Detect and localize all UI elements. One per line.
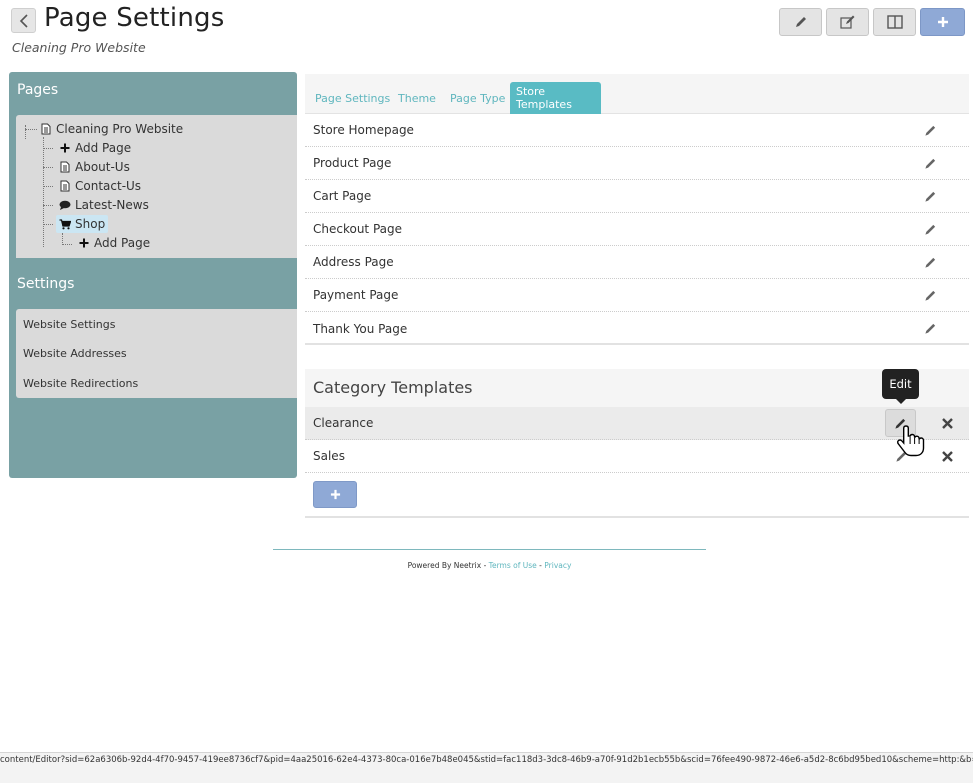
tooltip-arrow (895, 398, 907, 404)
powered-by-text: Powered By Neetrix - (407, 561, 489, 570)
section-divider (305, 343, 969, 345)
tabs-bar: Page Settings Theme Page Type Store Temp… (305, 74, 969, 114)
tree-item-label: Shop (75, 217, 106, 231)
edit-page-button[interactable] (826, 8, 869, 36)
template-name: Thank You Page (313, 321, 408, 336)
tab-store-templates[interactable]: Store Templates (510, 82, 601, 114)
category-name: Sales (313, 449, 345, 463)
tree-item-root[interactable]: Cleaning Pro Website (37, 120, 186, 138)
pages-heading: Pages (17, 82, 59, 98)
website-redirections-link[interactable]: Website Redirections (23, 377, 138, 390)
document-icon (59, 161, 71, 173)
template-name: Address Page (313, 255, 394, 269)
tree-item-shop[interactable]: Shop (56, 215, 109, 233)
tree-item-about-us[interactable]: About-Us (56, 158, 133, 176)
page-title: Page Settings (44, 3, 225, 33)
settings-links: Website Settings Website Addresses Websi… (16, 309, 297, 398)
add-category-template-button[interactable] (313, 481, 357, 508)
category-templates-title: Category Templates (313, 378, 473, 397)
chevron-left-icon (19, 13, 28, 28)
tree-item-add-page[interactable]: Add Page (56, 139, 134, 157)
category-templates-header: Category Templates (305, 369, 969, 407)
toolbar (779, 8, 965, 36)
website-settings-link[interactable]: Website Settings (23, 318, 115, 331)
pencil-icon[interactable] (922, 221, 938, 237)
layout-columns-button[interactable] (873, 8, 916, 36)
template-name: Checkout Page (313, 222, 403, 236)
list-item: Product Page (305, 147, 969, 180)
list-item: Payment Page (305, 279, 969, 312)
pencil-icon[interactable] (922, 188, 938, 204)
terms-of-use-link[interactable]: Terms of Use (489, 561, 537, 570)
list-item: Store Homepage (305, 114, 969, 147)
tree-item-label: Cleaning Pro Website (56, 122, 184, 136)
plus-icon (59, 142, 71, 154)
settings-heading: Settings (17, 276, 75, 292)
pencil-icon[interactable] (922, 320, 938, 336)
list-item: Address Page (305, 246, 969, 279)
document-icon (40, 123, 52, 135)
template-name: Store Homepage (313, 123, 414, 137)
document-icon (59, 180, 71, 192)
privacy-link[interactable]: Privacy (544, 561, 571, 570)
cart-icon (59, 218, 71, 230)
close-icon[interactable] (940, 416, 954, 430)
category-name: Clearance (313, 416, 374, 430)
edit-square-icon (839, 15, 854, 29)
tab-page-settings[interactable]: Page Settings (309, 82, 396, 114)
add-button[interactable] (920, 8, 965, 36)
template-name: Cart Page (313, 189, 372, 203)
plus-icon (78, 237, 90, 249)
columns-icon (886, 15, 903, 29)
edit-tooltip: Edit (882, 369, 919, 399)
tree-item-label: Add Page (75, 141, 132, 155)
footer: Powered By Neetrix - Terms of Use - Priv… (0, 561, 973, 570)
tab-theme[interactable]: Theme (392, 82, 442, 114)
list-item: Sales (305, 440, 969, 473)
pencil-icon[interactable] (922, 254, 938, 270)
back-button[interactable] (11, 8, 36, 33)
plus-icon (330, 489, 340, 500)
website-addresses-link[interactable]: Website Addresses (23, 347, 127, 360)
tab-page-type[interactable]: Page Type (444, 82, 511, 114)
tree-item-label: About-Us (75, 160, 130, 174)
tree-item-latest-news[interactable]: Latest-News (56, 196, 152, 214)
list-item: Clearance (305, 407, 969, 440)
section-divider (305, 516, 969, 518)
plus-icon (937, 17, 948, 27)
list-item: Checkout Page (305, 213, 969, 246)
list-item: Cart Page (305, 180, 969, 213)
hand-cursor-icon (897, 425, 925, 457)
status-bar-url: content/Editor?sid=62a6306b-92d4-4f70-94… (0, 752, 973, 783)
left-panel: Pages Cleaning Pro Website Add Page Abou… (9, 72, 297, 478)
pencil-icon[interactable] (922, 122, 938, 138)
pencil-icon[interactable] (922, 155, 938, 171)
footer-divider (273, 549, 706, 550)
pencil-icon[interactable] (922, 287, 938, 303)
tree-item-label: Latest-News (75, 198, 149, 212)
pages-tree: Cleaning Pro Website Add Page About-Us C… (16, 115, 297, 258)
tree-item-label: Contact-Us (75, 179, 142, 193)
page-subtitle: Cleaning Pro Website (12, 40, 146, 55)
comment-icon (59, 199, 71, 211)
edit-pencil-button[interactable] (779, 8, 822, 36)
tree-item-label: Add Page (94, 236, 151, 250)
tree-item-contact-us[interactable]: Contact-Us (56, 177, 144, 195)
template-name: Payment Page (313, 288, 399, 302)
template-name: Product Page (313, 156, 392, 170)
tree-item-shop-add-page[interactable]: Add Page (75, 234, 153, 252)
close-icon[interactable] (940, 449, 954, 463)
list-item: Thank You Page (305, 312, 969, 345)
pencil-icon (795, 17, 806, 27)
